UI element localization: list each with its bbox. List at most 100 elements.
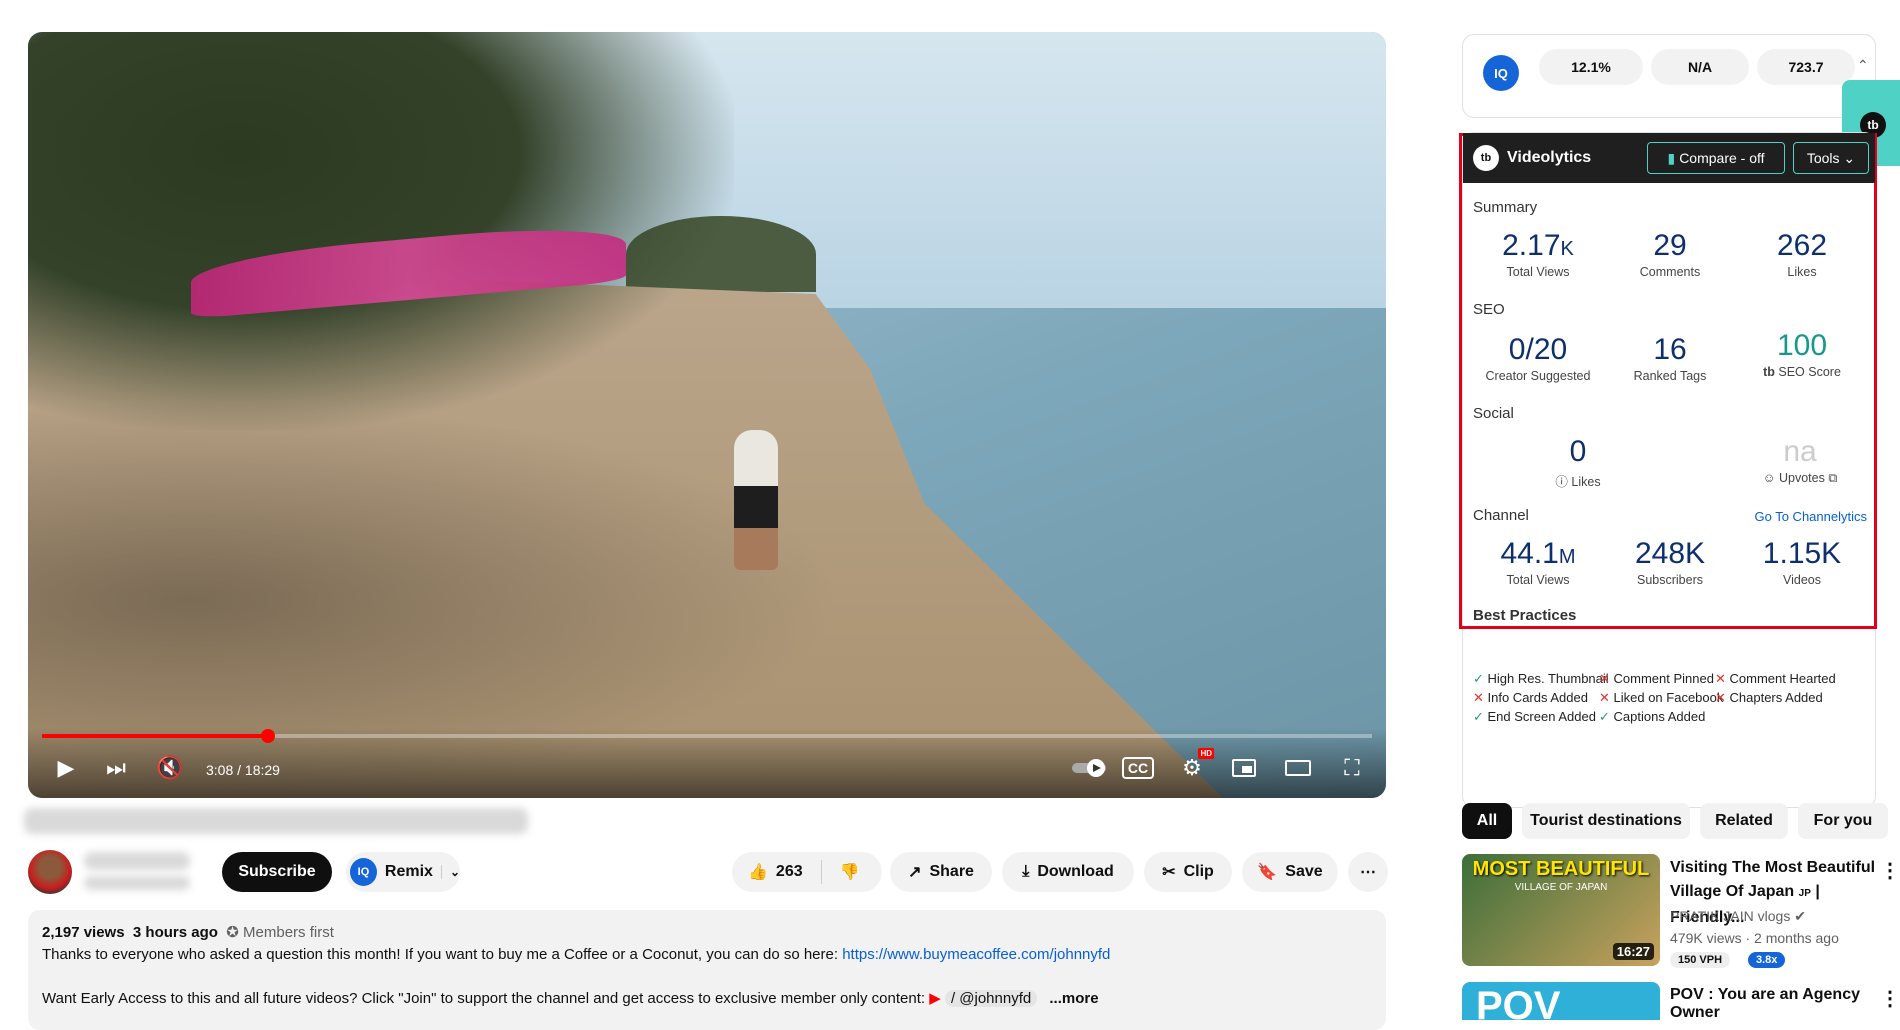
best-practice-label: Comment Hearted (1729, 671, 1836, 686)
chevron-down-icon[interactable]: ⌄ (440, 865, 460, 879)
next-icon[interactable]: ⏭ (98, 750, 134, 786)
stat-ranked-tags[interactable]: 16 Ranked Tags (1595, 333, 1745, 383)
channel-name-blurred[interactable] (84, 852, 190, 870)
check-icon: ✓ (1599, 709, 1614, 724)
verified-icon: ✔ (1794, 908, 1806, 924)
thumbs-down-icon[interactable]: 👎 (840, 862, 860, 882)
description-text1: Thanks to everyone who asked a question … (42, 946, 843, 963)
autoplay-icon (1072, 759, 1106, 777)
bookmark-icon: 🔖 (1257, 864, 1278, 881)
rec-thumbnail[interactable]: MOST BEAUTIFUL VILLAGE OF JAPAN 16:27 (1462, 854, 1660, 966)
chip-tourist-destinations[interactable]: Tourist destinations (1522, 803, 1690, 839)
metric-pill-1[interactable]: 12.1% (1539, 49, 1643, 85)
more-actions-icon[interactable]: ⋯ (1348, 852, 1388, 892)
videolytics-panel: tb Videolytics ▮ Compare - off Tools ⌄ Su… (1459, 132, 1877, 808)
rec2-menu-icon[interactable]: ⋮ (1880, 986, 1900, 1011)
stat-comments: 29 Comments (1595, 229, 1745, 279)
chevron-down-icon: ⌄ (1843, 149, 1856, 166)
seo-score-label: SEO Score (1778, 365, 1841, 379)
chip-related[interactable]: Related (1700, 803, 1788, 839)
view-count: 2,197 views (42, 924, 125, 941)
share-button[interactable]: ↗ Share (890, 852, 992, 892)
remix-button[interactable]: IQ Remix ⌄ (346, 852, 460, 892)
captions-icon[interactable]: CC (1120, 750, 1156, 786)
best-practice-label: Comment Pinned (1613, 671, 1714, 686)
thumbs-up-icon[interactable]: 👍 (748, 862, 768, 882)
external-link-icon[interactable]: ⧉ (1828, 471, 1837, 485)
tools-label: Tools (1806, 150, 1840, 166)
comments-value: 29 (1653, 229, 1687, 262)
members-first-icon: ✪ (226, 924, 239, 941)
player-controls: ▶ ⏭ 🔇 3:08 / 18:29 CC ⚙ HD ⛶ (28, 728, 1386, 798)
seo-score-value: 100 (1776, 329, 1828, 362)
like-dislike-group[interactable]: 👍 263 👎 (732, 852, 882, 892)
channel-views-unit: M (1558, 546, 1576, 568)
clip-button[interactable]: ✂ Clip (1144, 852, 1232, 892)
video-frame-person (734, 430, 779, 571)
tools-button[interactable]: Tools ⌄ (1793, 142, 1869, 174)
channel-avatar[interactable] (28, 850, 72, 894)
progress-bar[interactable] (42, 729, 1372, 743)
more-link[interactable]: ...more (1049, 990, 1098, 1007)
x-icon: ✕ (1599, 671, 1614, 686)
rec2-title[interactable]: POV : You are an Agency Owner (1670, 986, 1880, 1022)
facebook-icon: ⓘ (1555, 475, 1568, 489)
rec-menu-icon[interactable]: ⋮ (1880, 858, 1900, 883)
rec-vph-badge: 150 VPH (1670, 952, 1731, 968)
rec-outlier-badge: 3.8x (1748, 952, 1786, 968)
channel-label: Channel (1473, 507, 1529, 524)
save-button[interactable]: 🔖 Save (1242, 852, 1338, 892)
metric-pill-3[interactable]: 723.7 (1757, 49, 1855, 85)
download-button[interactable]: ⤓ Download (1002, 852, 1134, 892)
theater-mode-icon[interactable] (1280, 750, 1316, 786)
settings-icon[interactable]: ⚙ HD (1174, 748, 1214, 786)
best-practice-item: ✕ Liked on Facebook (1599, 690, 1723, 706)
bar-chart-icon: ▮ (1667, 149, 1676, 166)
autoplay-toggle[interactable] (1068, 750, 1112, 786)
seo-label: SEO (1473, 301, 1505, 318)
collapse-icon[interactable]: ⌃ (1857, 57, 1869, 74)
chip-for-you[interactable]: For you (1798, 803, 1888, 839)
rec-duration: 16:27 (1612, 943, 1654, 960)
upload-time: 3 hours ago (132, 924, 218, 941)
rec-channel[interactable]: PRATIK JAIN vlogs ✔ (1670, 908, 1806, 925)
best-practice-item: ✕ Info Cards Added (1473, 690, 1588, 706)
play-icon[interactable]: ▶ (48, 750, 84, 786)
mute-icon[interactable]: 🔇 (152, 750, 188, 786)
description-box[interactable]: 2,197 views 3 hours ago ✪ Members first … (28, 910, 1386, 1030)
social-likes-label: Likes (1571, 475, 1601, 489)
social-likes-value: 0 (1569, 435, 1587, 468)
x-icon: ✕ (1599, 690, 1614, 705)
vidiq-logo-icon[interactable]: IQ (1483, 55, 1519, 91)
videos-label: Videos (1783, 573, 1821, 587)
subscribe-button[interactable]: Subscribe (222, 852, 332, 892)
progress-knob[interactable] (261, 729, 276, 743)
best-practice-label: Chapters Added (1729, 690, 1823, 705)
share-icon: ↗ (908, 864, 922, 881)
metric-pill-2[interactable]: N/A (1651, 49, 1749, 85)
upvotes-label: Upvotes (1778, 471, 1825, 485)
coffee-link[interactable]: https://www.buymeacoffee.com/johnnyfd (842, 946, 1110, 963)
channel-handle[interactable]: / @johnnyfd (944, 990, 1038, 1007)
video-player[interactable]: ▶ ⏭ 🔇 3:08 / 18:29 CC ⚙ HD ⛶ (28, 32, 1386, 798)
chip-all[interactable]: All (1462, 803, 1512, 839)
rec-title-text: Visiting The Most Beautiful Village Of J… (1670, 859, 1876, 900)
time-display: 3:08 / 18:29 (206, 762, 280, 778)
stat-total-views: 2.17K Total Views (1463, 229, 1613, 279)
fullscreen-icon[interactable]: ⛶ (1334, 750, 1370, 786)
description-meta: 2,197 views 3 hours ago ✪ Members first (42, 922, 1372, 944)
rec-title-flag: JP (1798, 888, 1811, 899)
video-frame-trees (28, 32, 735, 431)
clip-label: Clip (1183, 863, 1214, 880)
total-views-unit: K (1560, 238, 1574, 260)
compare-button[interactable]: ▮ Compare - off (1647, 142, 1785, 174)
videolytics-header: tb Videolytics ▮ Compare - off Tools ⌄ (1463, 133, 1875, 183)
channelytics-link[interactable]: Go To Channelytics (1755, 509, 1868, 524)
miniplayer-icon[interactable] (1226, 750, 1262, 786)
divider (820, 860, 822, 884)
rec2-thumbnail[interactable]: POV (1462, 982, 1660, 1020)
best-practice-label: High Res. Thumbnail (1487, 671, 1609, 686)
tb-logo-icon: tb (1473, 145, 1499, 171)
subscriber-count-blurred (84, 876, 190, 890)
x-icon: ✕ (1473, 690, 1488, 705)
